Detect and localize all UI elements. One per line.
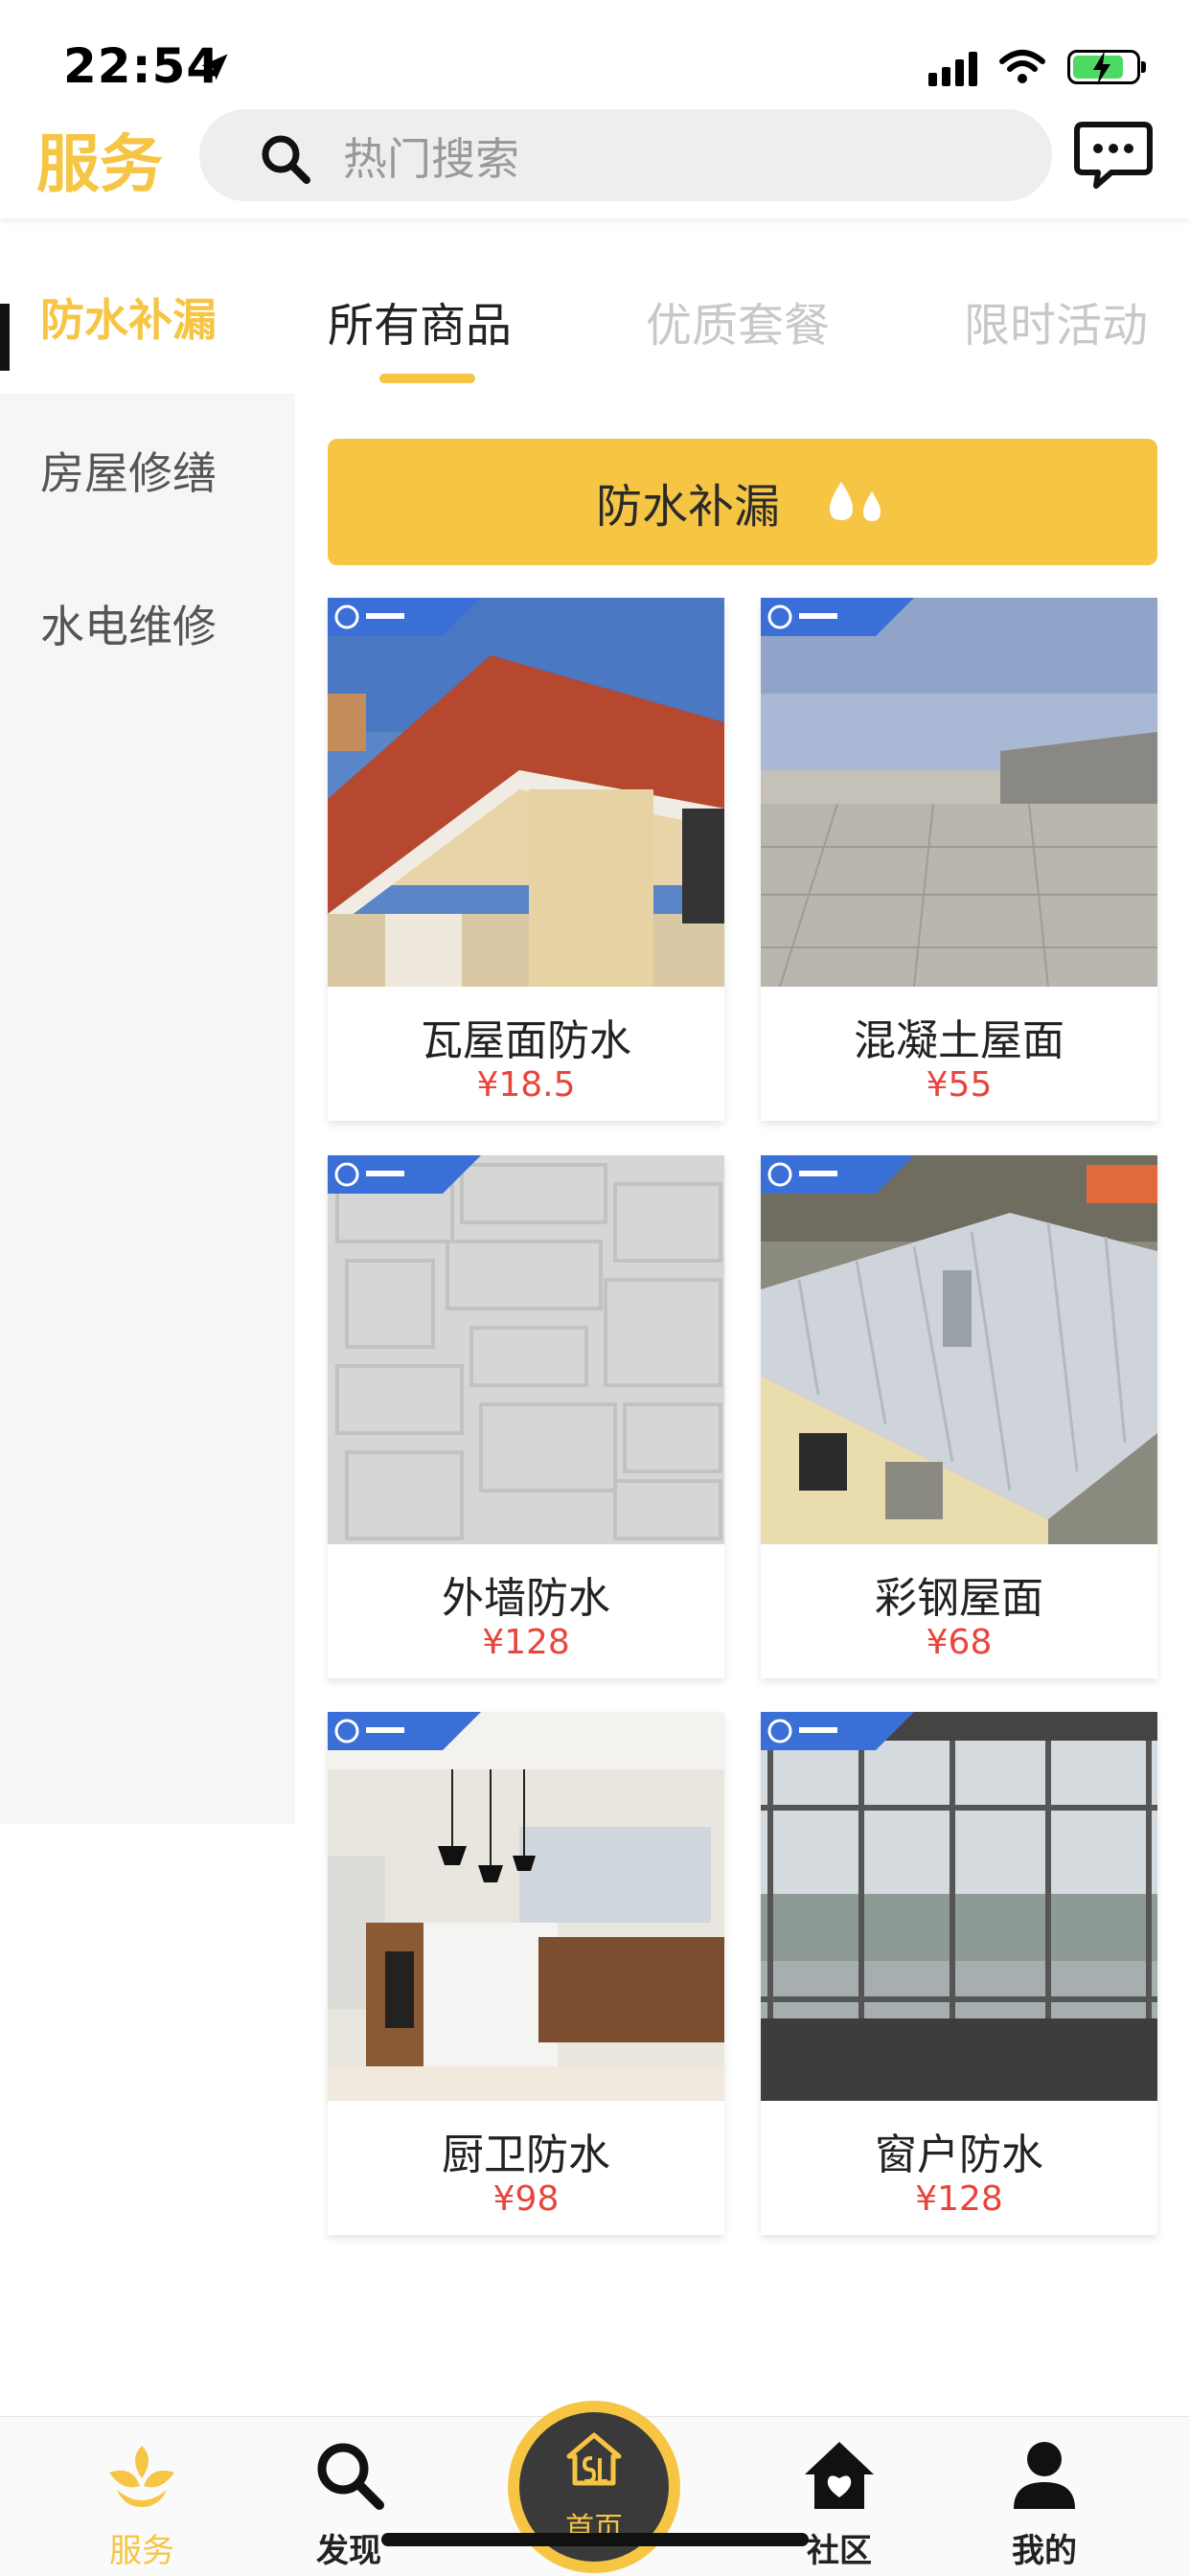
product-name: 厨卫防水 <box>442 2131 610 2179</box>
status-bar: 22:54 <box>0 0 1190 105</box>
product-price: ¥68 <box>926 1623 993 1662</box>
brand-tag-icon <box>761 1712 914 1750</box>
product-card-exterior-wall[interactable]: 外墙防水 ¥128 <box>328 1155 724 1678</box>
category-banner: 防水补漏 <box>328 439 1157 565</box>
sidebar-item-repair[interactable]: 房屋修缮 <box>0 394 295 547</box>
product-image <box>328 1712 724 2101</box>
top-bar: 服务 热门搜索 <box>0 105 1190 218</box>
nav-item-discover[interactable]: 发现 <box>272 2417 425 2576</box>
product-name: 混凝土屋面 <box>854 1016 1064 1065</box>
product-card-steel-roof[interactable]: 彩钢屋面 ¥68 <box>761 1155 1157 1678</box>
page-title: 服务 <box>36 127 163 201</box>
nav-item-label: 我的 <box>1012 2532 1077 2570</box>
wifi-icon <box>999 50 1045 83</box>
product-card-window[interactable]: 窗户防水 ¥128 <box>761 1712 1157 2235</box>
product-image <box>761 598 1157 987</box>
brand-tag-icon <box>761 598 914 636</box>
nav-item-label: 社区 <box>807 2532 872 2570</box>
banner-title: 防水补漏 <box>595 480 780 534</box>
brand-tag-icon <box>328 1712 481 1750</box>
nav-item-community[interactable]: 社区 <box>763 2417 916 2576</box>
product-price: ¥128 <box>915 2179 1003 2219</box>
nav-item-home[interactable]: 首页 <box>508 2401 680 2573</box>
product-card-kitchen-bathroom[interactable]: 厨卫防水 ¥98 <box>328 1712 724 2235</box>
product-name: 外墙防水 <box>442 1574 610 1623</box>
tab-all-products[interactable]: 所有商品 <box>328 287 512 354</box>
search-icon <box>262 135 310 184</box>
brand-tag-icon <box>328 1155 481 1194</box>
product-image <box>761 1155 1157 1544</box>
product-card-concrete-roof[interactable]: 混凝土屋面 ¥55 <box>761 598 1157 1121</box>
product-card-tile-roof[interactable]: 瓦屋面防水 ¥18.5 <box>328 598 724 1121</box>
product-price: ¥55 <box>926 1065 993 1105</box>
product-name: 瓦屋面防水 <box>421 1016 631 1065</box>
product-image <box>328 598 724 987</box>
search-placeholder: 热门搜索 <box>343 133 519 185</box>
brand-tag-icon <box>761 1155 914 1194</box>
category-sidebar: 防水补漏 房屋修缮 水电维修 <box>0 218 295 1824</box>
nav-item-service[interactable]: 服务 <box>65 2417 218 2576</box>
brand-tag-icon <box>328 598 481 636</box>
signal-icon <box>928 48 977 86</box>
product-image <box>761 1712 1157 2101</box>
sprout-icon <box>109 2446 174 2507</box>
product-image <box>328 1155 724 1544</box>
message-icon[interactable] <box>1073 121 1154 190</box>
active-indicator <box>0 304 10 371</box>
water-drops-icon <box>830 482 881 521</box>
house-heart-icon <box>805 2442 874 2509</box>
search-icon <box>317 2443 384 2510</box>
tab-limited-offers[interactable]: 限时活动 <box>964 287 1148 354</box>
tab-underline <box>379 374 475 383</box>
home-logo-icon <box>566 2432 622 2486</box>
search-input[interactable]: 热门搜索 <box>199 109 1052 201</box>
battery-icon <box>1067 50 1146 85</box>
nav-item-profile[interactable]: 我的 <box>968 2417 1121 2576</box>
home-indicator <box>381 2533 809 2546</box>
product-name: 窗户防水 <box>875 2131 1043 2179</box>
nav-item-label: 服务 <box>109 2532 174 2570</box>
sidebar-item-label: 水电维修 <box>40 601 217 652</box>
sidebar-item-waterproofing[interactable]: 防水补漏 <box>0 240 295 394</box>
sidebar-item-plumbing-electrical[interactable]: 水电维修 <box>0 547 295 700</box>
sidebar-item-label: 防水补漏 <box>40 294 217 346</box>
status-indicators <box>928 48 1146 86</box>
sidebar-item-label: 房屋修缮 <box>40 447 217 499</box>
product-price: ¥98 <box>492 2179 560 2219</box>
location-arrow-icon <box>201 54 228 80</box>
product-price: ¥128 <box>482 1623 570 1662</box>
product-price: ¥18.5 <box>476 1065 576 1105</box>
person-icon <box>1014 2442 1075 2509</box>
product-name: 彩钢屋面 <box>875 1574 1043 1623</box>
nav-item-label: 发现 <box>316 2532 381 2570</box>
tab-premium-packages[interactable]: 优质套餐 <box>646 287 830 354</box>
